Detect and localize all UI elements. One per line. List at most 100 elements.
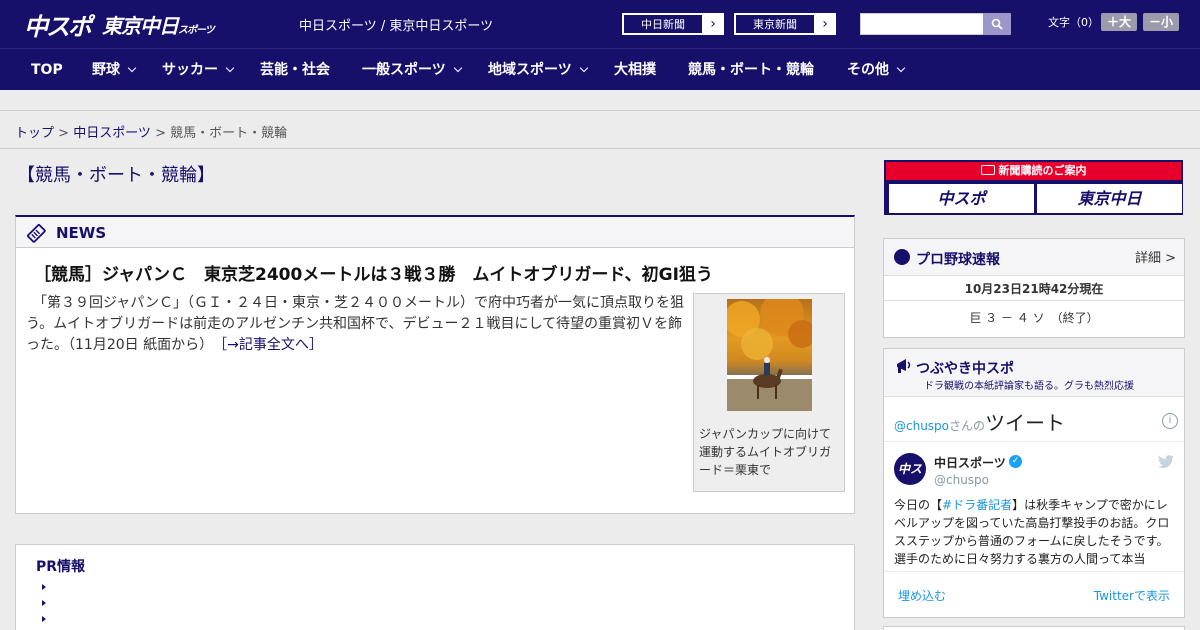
verified-icon: ✓ (1009, 455, 1022, 468)
font-down-button[interactable]: －小 (1143, 13, 1180, 31)
chevron-right-icon: › (822, 16, 828, 32)
tokyo-shimbun-link[interactable]: 東京新聞 › (734, 13, 836, 35)
baseball-icon (894, 249, 910, 265)
embed-link[interactable]: 埋め込む (898, 587, 946, 604)
nav-item-label: 地域スポーツ (488, 62, 572, 78)
page-title: 【競馬・ボート・競輪】 (17, 165, 215, 186)
tweet-author-handle[interactable]: @chuspo (934, 473, 989, 487)
right-column-next-box (883, 626, 1185, 630)
nav-item-baseball[interactable]: 野球 (92, 49, 137, 91)
megaphone-icon (897, 359, 911, 373)
baseball-score[interactable]: 巨 ３ － ４ ソ （終了） (884, 309, 1184, 326)
breadcrumb-section[interactable]: 中日スポーツ (73, 126, 151, 141)
search-input[interactable] (860, 13, 984, 35)
pr-bullet-icon (42, 584, 46, 590)
site-logo[interactable]: 中スポ 東京中日スポーツ (24, 7, 215, 42)
news-box: NEWS ［競馬］ジャパンＣ 東京芝2400メートルは３戦３勝 ムイトオブリガー… (15, 215, 855, 514)
nav-item-soccer[interactable]: サッカー (162, 49, 235, 91)
tweet-author-name[interactable]: 中日スポーツ (934, 454, 1006, 471)
nav-item-label: その他 (847, 62, 889, 78)
font-size-label: 文字（0） (1048, 16, 1099, 29)
twitter-box: つぶやき中スポ ドラ観戦の本紙評論家も語る。グラも熱烈応援 @chuspoさんの… (883, 348, 1185, 618)
nav-item-label: 野球 (92, 62, 120, 78)
tweet-text: 今日の【#ドラ番記者】は秋季キャンプで密かにレベルアップを図っていた高島打撃投手… (894, 496, 1176, 568)
nav-item-keiba[interactable]: 競馬・ボート・競輪 (688, 49, 814, 91)
breadcrumb-separator: > (150, 126, 171, 141)
news-photo-box[interactable]: ジャパンカップに向けて運動するムイトオブリガード＝栗東で (693, 293, 845, 492)
breadcrumb-bar: トップ > 中日スポーツ > 競馬・ボート・競輪 (0, 110, 1200, 149)
chevron-down-icon (896, 63, 906, 73)
search-icon (991, 18, 1003, 30)
photo-caption: ジャパンカップに向けて運動するムイトオブリガード＝栗東で (699, 427, 832, 477)
chevron-down-icon (127, 63, 137, 73)
news-article-title[interactable]: ［競馬］ジャパンＣ 東京芝2400メートルは３戦３勝 ムイトオブリガード、初GI… (34, 260, 713, 285)
breadcrumb-home[interactable]: トップ (15, 126, 54, 141)
nav-item-label: 大相撲 (614, 62, 656, 78)
nav-item-sumo[interactable]: 大相撲 (614, 49, 656, 91)
chevron-down-icon (579, 63, 588, 73)
chevron-right-icon: › (710, 16, 716, 32)
twitter-bird-icon[interactable] (1158, 455, 1174, 473)
read-more-link[interactable]: ［→記事全文へ］ (220, 337, 323, 353)
breadcrumb-separator: > (54, 126, 74, 141)
nav-item-local-sports[interactable]: 地域スポーツ (488, 49, 588, 91)
tag-icon (27, 224, 46, 243)
nav-item-top[interactable]: TOP (31, 49, 63, 91)
twitter-footer: 埋め込む Twitterで表示 (884, 571, 1184, 617)
pr-title: PR情報 (36, 559, 86, 575)
tweets-handle-link[interactable]: @chuspo (894, 419, 949, 433)
tweet-hashtag[interactable]: #ドラ番記者 (942, 498, 1012, 512)
baseball-title: プロ野球速報 (916, 252, 1000, 268)
subscribe-chuspo-button[interactable]: 中スポ (889, 184, 1034, 213)
subscribe-tokyo-button[interactable]: 東京中日 (1037, 184, 1182, 213)
chevron-down-icon (225, 63, 235, 73)
news-heading: NEWS (56, 224, 107, 242)
nav-item-label: サッカー (162, 62, 218, 78)
tokyo-shimbun-label: 東京新聞 (735, 14, 815, 34)
baseball-detail-link[interactable]: 詳細 > (1135, 247, 1176, 266)
site-names: 中日スポーツ / 東京中日スポーツ (299, 19, 494, 34)
chevron-down-icon (453, 63, 462, 73)
tweets-by-heading: @chuspoさんのツイート (894, 407, 1065, 436)
nav-item-label: TOP (31, 62, 63, 78)
divider (884, 441, 1184, 442)
chunichi-shimbun-link[interactable]: 中日新聞 › (622, 13, 724, 35)
chuspo-logo[interactable]: 中スポ (24, 7, 92, 42)
breadcrumb-current: 競馬・ボート・競輪 (170, 126, 288, 141)
font-up-button[interactable]: ＋大 (1101, 13, 1138, 31)
tweets-san: さんの (949, 419, 986, 433)
tokyo-logo-text: 東京中日 (102, 13, 179, 38)
tweets-label: ツイート (985, 411, 1066, 435)
nav-item-other[interactable]: その他 (847, 49, 906, 91)
search-button[interactable] (983, 13, 1011, 35)
twitter-subtitle: ドラ観戦の本紙評論家も語る。グラも熱烈応援 (924, 381, 1134, 392)
subscription-banner[interactable]: 新聞購読のご案内 中スポ 東京中日 (884, 160, 1183, 215)
subscription-heading-text: 新聞購読のご案内 (998, 164, 1087, 177)
news-header: NEWS (16, 217, 854, 248)
info-icon[interactable]: i (1162, 413, 1178, 429)
nav-item-label: 芸能・社会 (260, 62, 330, 78)
pr-bullet-icon (42, 616, 46, 622)
nav-item-label: 競馬・ボート・競輪 (688, 62, 814, 78)
main-nav: TOP 野球 サッカー 芸能・社会 一般スポーツ 地域スポーツ 大相撲 競馬・ボ… (0, 48, 1200, 90)
pr-bullet-icon (42, 600, 46, 606)
twitter-title: つぶやき中スポ (916, 361, 1014, 377)
news-article-body: 「第３９回ジャパンＣ」（ＧＩ・２４日・東京・芝２４００メートル）で府中巧者が一気… (26, 293, 686, 356)
nav-item-label: 一般スポーツ (362, 62, 446, 78)
news-photo[interactable] (727, 299, 812, 411)
view-on-twitter-link[interactable]: Twitterで表示 (1094, 587, 1170, 604)
baseball-scores-box: プロ野球速報 詳細 > 10月23日21時42分現在 巨 ３ － ４ ソ （終了… (883, 238, 1185, 338)
pr-box: PR情報 (15, 544, 855, 630)
avatar[interactable]: 中スポ (894, 453, 926, 508)
news-article-text: 「第３９回ジャパンＣ」（ＧＩ・２４日・東京・芝２４００メートル）で府中巧者が一気… (26, 295, 684, 353)
subscription-heading: 新聞購読のご案内 (886, 162, 1181, 180)
tokyo-chunichi-logo[interactable]: 東京中日スポーツ (102, 10, 215, 39)
nav-item-entertainment[interactable]: 芸能・社会 (260, 49, 330, 91)
baseball-update-time: 10月23日21時42分現在 (884, 277, 1184, 301)
tokyo-logo-small: スポーツ (178, 24, 215, 36)
top-header: 中スポ 東京中日スポーツ 中日スポーツ / 東京中日スポーツ 中日新聞 › 東京… (0, 0, 1200, 48)
breadcrumb: トップ > 中日スポーツ > 競馬・ボート・競輪 (15, 122, 287, 141)
nav-item-general-sports[interactable]: 一般スポーツ (362, 49, 462, 91)
tweet-text-prefix: 今日の【 (894, 498, 943, 512)
twitter-header: つぶやき中スポ ドラ観戦の本紙評論家も語る。グラも熱烈応援 (884, 349, 1184, 397)
